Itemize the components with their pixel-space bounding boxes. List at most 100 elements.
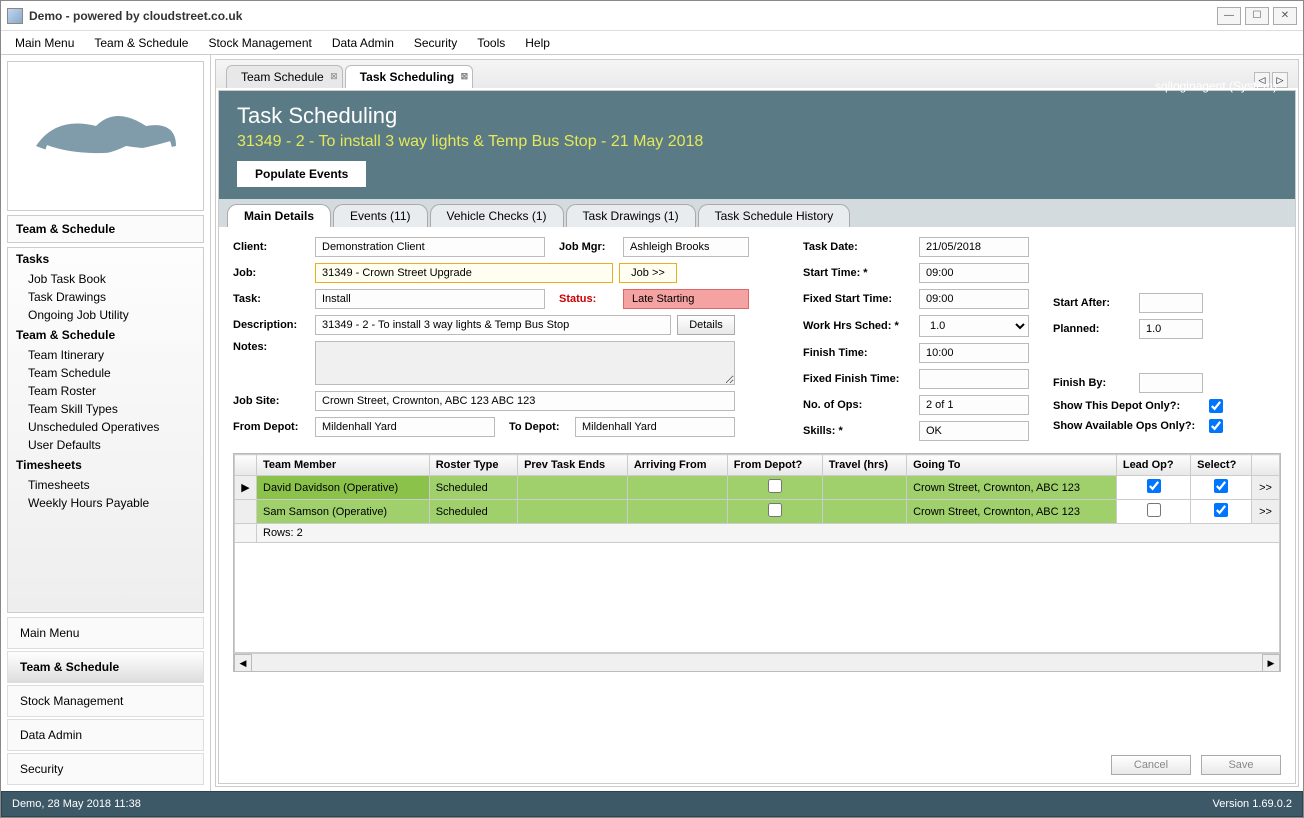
fixedfinish-field[interactable] <box>919 369 1029 389</box>
close-icon[interactable]: ⊠ <box>461 71 469 82</box>
nav-job-task-book[interactable]: Job Task Book <box>8 270 203 288</box>
planned-field[interactable] <box>1139 319 1203 339</box>
showavail-checkbox[interactable] <box>1209 419 1223 433</box>
menu-help[interactable]: Help <box>517 34 558 52</box>
grid-header-select[interactable]: Select? <box>1191 455 1252 476</box>
save-button[interactable]: Save <box>1201 755 1281 775</box>
fixedstart-field[interactable] <box>919 289 1029 309</box>
lead-checkbox[interactable] <box>1147 479 1161 493</box>
fromdepot-field[interactable] <box>315 417 495 437</box>
client-field[interactable] <box>315 237 545 257</box>
nav-unscheduled-operatives[interactable]: Unscheduled Operatives <box>8 418 203 436</box>
menu-tools[interactable]: Tools <box>469 34 513 52</box>
cell-select[interactable] <box>1191 476 1252 500</box>
noops-field[interactable] <box>919 395 1029 415</box>
menu-main[interactable]: Main Menu <box>7 34 82 52</box>
notes-field[interactable] <box>315 341 735 385</box>
menu-data[interactable]: Data Admin <box>324 34 402 52</box>
showdepot-label: Show This Depot Only?: <box>1053 400 1203 412</box>
nav-team-schedule[interactable]: Team Schedule <box>8 364 203 382</box>
nav-timesheets[interactable]: Timesheets <box>8 476 203 494</box>
job-field[interactable] <box>315 263 613 283</box>
cell-select[interactable] <box>1191 500 1252 524</box>
fromdepot-checkbox[interactable] <box>768 503 782 517</box>
jobsite-field[interactable] <box>315 391 735 411</box>
cell-lead[interactable] <box>1116 476 1190 500</box>
subtab-main-details[interactable]: Main Details <box>227 204 331 227</box>
table-row[interactable]: Sam Samson (Operative) Scheduled Crown S… <box>235 500 1280 524</box>
cancel-button[interactable]: Cancel <box>1111 755 1191 775</box>
nav-team-roster[interactable]: Team Roster <box>8 382 203 400</box>
subtabs: Main Details Events (11) Vehicle Checks … <box>219 199 1295 227</box>
bn-stock-management[interactable]: Stock Management <box>7 685 204 717</box>
description-field[interactable] <box>315 315 671 335</box>
bn-security[interactable]: Security <box>7 753 204 785</box>
description-label: Description: <box>233 319 309 331</box>
cell-fromdepot[interactable] <box>727 500 822 524</box>
todepot-field[interactable] <box>575 417 735 437</box>
minimize-button[interactable]: — <box>1217 7 1241 25</box>
lead-checkbox[interactable] <box>1147 503 1161 517</box>
nav-ongoing-job-utility[interactable]: Ongoing Job Utility <box>8 306 203 324</box>
cell-lead[interactable] <box>1116 500 1190 524</box>
details-button[interactable]: Details <box>677 315 735 335</box>
noops-label: No. of Ops: <box>803 399 913 411</box>
taskdate-field[interactable] <box>919 237 1029 257</box>
bn-team-schedule[interactable]: Team & Schedule <box>7 651 204 683</box>
status-left: Demo, 28 May 2018 11:38 <box>12 798 141 810</box>
table-row[interactable]: ▶ David Davidson (Operative) Scheduled C… <box>235 476 1280 500</box>
subtab-vehicle-checks[interactable]: Vehicle Checks (1) <box>430 204 564 227</box>
tab-task-scheduling[interactable]: Task Scheduling⊠ <box>345 65 473 88</box>
grid-header-arriving[interactable]: Arriving From <box>627 455 727 476</box>
menu-team[interactable]: Team & Schedule <box>86 34 196 52</box>
grid-header-fromdepot[interactable]: From Depot? <box>727 455 822 476</box>
menu-security[interactable]: Security <box>406 34 465 52</box>
cell-fromdepot[interactable] <box>727 476 822 500</box>
subtab-task-drawings[interactable]: Task Drawings (1) <box>566 204 696 227</box>
skills-field[interactable] <box>919 421 1029 441</box>
row-more-button[interactable]: >> <box>1252 500 1280 524</box>
nav-task-drawings[interactable]: Task Drawings <box>8 288 203 306</box>
close-button[interactable]: ✕ <box>1273 7 1297 25</box>
scroll-right-icon[interactable]: ▶ <box>1262 654 1280 672</box>
subtab-events[interactable]: Events (11) <box>333 204 427 227</box>
cell-member[interactable]: David Davidson (Operative) <box>257 476 430 500</box>
nav-team-itinerary[interactable]: Team Itinerary <box>8 346 203 364</box>
grid-header-going[interactable]: Going To <box>907 455 1117 476</box>
scroll-left-icon[interactable]: ◀ <box>234 654 252 672</box>
tab-team-schedule[interactable]: Team Schedule⊠ <box>226 65 343 88</box>
grid-hscrollbar[interactable]: ◀ ▶ <box>234 653 1280 671</box>
fromdepot-checkbox[interactable] <box>768 479 782 493</box>
nav-weekly-hours[interactable]: Weekly Hours Payable <box>8 494 203 512</box>
showdepot-checkbox[interactable] <box>1209 399 1223 413</box>
select-checkbox[interactable] <box>1214 503 1228 517</box>
job-goto-button[interactable]: Job >> <box>619 263 677 283</box>
finishtime-field[interactable] <box>919 343 1029 363</box>
grid-header-prev[interactable]: Prev Task Ends <box>518 455 628 476</box>
startafter-field[interactable] <box>1139 293 1203 313</box>
starttime-field[interactable] <box>919 263 1029 283</box>
grid-header-member[interactable]: Team Member <box>257 455 430 476</box>
workhrs-select[interactable]: 1.0 <box>919 315 1029 337</box>
grid-header-lead[interactable]: Lead Op? <box>1116 455 1190 476</box>
select-checkbox[interactable] <box>1214 479 1228 493</box>
form-buttons: Cancel Save <box>219 747 1295 783</box>
grid-header-roster[interactable]: Roster Type <box>429 455 517 476</box>
nav-user-defaults[interactable]: User Defaults <box>8 436 203 454</box>
populate-events-button[interactable]: Populate Events <box>237 161 366 187</box>
jobmgr-field[interactable] <box>623 237 749 257</box>
subtab-history[interactable]: Task Schedule History <box>698 204 851 227</box>
finishby-field[interactable] <box>1139 373 1203 393</box>
document-tabs: Team Schedule⊠ Task Scheduling⊠ ◁ ▷ <box>216 60 1298 88</box>
maximize-button[interactable]: ☐ <box>1245 7 1269 25</box>
fixedfinish-label: Fixed Finish Time: <box>803 373 913 385</box>
close-icon[interactable]: ⊠ <box>330 71 338 82</box>
cell-member[interactable]: Sam Samson (Operative) <box>257 500 430 524</box>
menu-stock[interactable]: Stock Management <box>200 34 319 52</box>
bn-data-admin[interactable]: Data Admin <box>7 719 204 751</box>
task-field[interactable] <box>315 289 545 309</box>
bn-main-menu[interactable]: Main Menu <box>7 617 204 649</box>
row-more-button[interactable]: >> <box>1252 476 1280 500</box>
grid-header-travel[interactable]: Travel (hrs) <box>822 455 906 476</box>
nav-team-skill-types[interactable]: Team Skill Types <box>8 400 203 418</box>
